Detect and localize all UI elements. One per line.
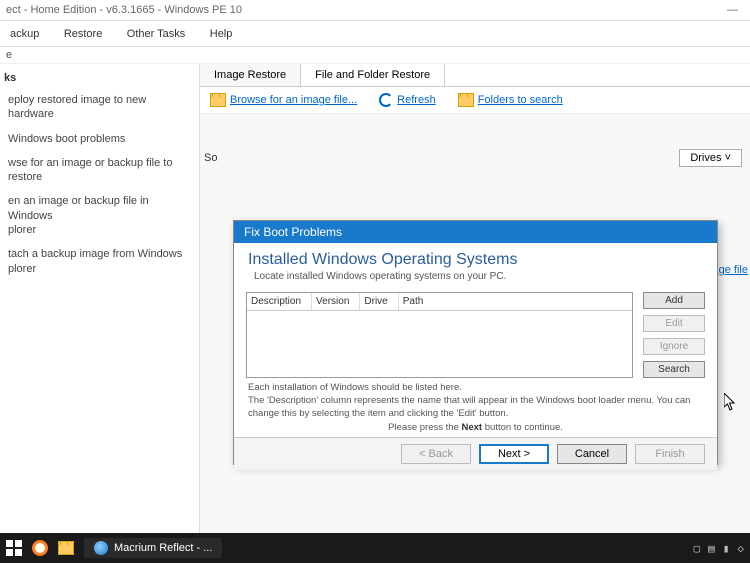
window-title: ect - Home Edition - v6.3.1665 - Windows… bbox=[6, 4, 242, 16]
edit-button: Edit bbox=[643, 315, 705, 332]
drives-dropdown[interactable]: Drives ˅ bbox=[679, 149, 742, 167]
minimize-icon[interactable]: — bbox=[727, 4, 738, 16]
list-header: Description Version Drive Path bbox=[247, 293, 632, 311]
secondary-bar: e bbox=[0, 47, 750, 64]
browse-image-link[interactable]: Browse for an image file... bbox=[210, 93, 357, 107]
col-description[interactable]: Description bbox=[247, 293, 312, 310]
tray-icon[interactable]: ▢ bbox=[694, 542, 701, 555]
toolbar: Browse for an image file... Refresh Fold… bbox=[200, 87, 750, 114]
windows-icon bbox=[6, 540, 22, 556]
col-version[interactable]: Version bbox=[312, 293, 360, 310]
tab-strip: Image Restore File and Folder Restore bbox=[200, 64, 750, 87]
menu-restore[interactable]: Restore bbox=[54, 25, 113, 43]
folder-icon bbox=[210, 93, 226, 107]
dialog-subheading: Locate installed Windows operating syste… bbox=[248, 271, 703, 282]
back-button: < Back bbox=[401, 444, 471, 464]
chevron-down-icon: ˅ bbox=[725, 152, 731, 164]
refresh-icon bbox=[379, 93, 393, 107]
fix-boot-problems-dialog: Fix Boot Problems Installed Windows Oper… bbox=[233, 220, 718, 465]
sidebar-header: ks bbox=[0, 64, 199, 88]
system-tray[interactable]: ▢ ▤ ▮ ◇ bbox=[694, 542, 745, 555]
menu-help[interactable]: Help bbox=[200, 25, 243, 43]
tray-icon[interactable]: ▮ bbox=[723, 542, 730, 555]
sidebar-item-browse[interactable]: wse for an image or backup file to resto… bbox=[0, 151, 199, 190]
refresh-link[interactable]: Refresh bbox=[379, 93, 436, 107]
finish-button: Finish bbox=[635, 444, 705, 464]
source-label: So bbox=[204, 152, 217, 164]
cancel-button[interactable]: Cancel bbox=[557, 444, 627, 464]
taskbar-app-macrium[interactable]: Macrium Reflect - ... bbox=[84, 538, 222, 558]
sidebar-item-detach[interactable]: tach a backup image from Windows plorer bbox=[0, 242, 199, 281]
titlebar: ect - Home Edition - v6.3.1665 - Windows… bbox=[0, 0, 750, 21]
dialog-footer: < Back Next > Cancel Finish bbox=[234, 437, 717, 470]
dialog-notes: Each installation of Windows should be l… bbox=[234, 380, 717, 437]
search-button[interactable]: Search bbox=[643, 361, 705, 378]
add-button[interactable]: Add bbox=[643, 292, 705, 309]
dialog-header: Installed Windows Operating Systems Loca… bbox=[234, 243, 717, 286]
dialog-titlebar[interactable]: Fix Boot Problems bbox=[234, 221, 717, 243]
tray-icon[interactable]: ▤ bbox=[708, 542, 715, 555]
list-actions: Add Edit Ignore Search bbox=[643, 292, 705, 378]
menu-backup[interactable]: ackup bbox=[0, 25, 49, 43]
menu-other-tasks[interactable]: Other Tasks bbox=[117, 25, 196, 43]
dialog-heading: Installed Windows Operating Systems bbox=[248, 251, 703, 269]
tab-file-folder-restore[interactable]: File and Folder Restore bbox=[301, 64, 445, 86]
macrium-icon bbox=[94, 541, 108, 555]
sidebar-item-boot-problems[interactable]: Windows boot problems bbox=[0, 127, 199, 151]
next-button[interactable]: Next > bbox=[479, 444, 549, 464]
firefox-icon[interactable] bbox=[32, 540, 48, 556]
taskbar: Macrium Reflect - ... ▢ ▤ ▮ ◇ bbox=[0, 533, 750, 563]
sidebar-item-open-explorer[interactable]: en an image or backup file in Windows pl… bbox=[0, 189, 199, 242]
sidebar-item-deploy[interactable]: eploy restored image to new hardware bbox=[0, 88, 199, 127]
explorer-icon[interactable] bbox=[58, 541, 74, 555]
col-drive[interactable]: Drive bbox=[360, 293, 398, 310]
folder-icon bbox=[458, 93, 474, 107]
folders-search-link[interactable]: Folders to search bbox=[458, 93, 563, 107]
start-button[interactable] bbox=[6, 540, 22, 556]
tab-image-restore[interactable]: Image Restore bbox=[200, 64, 301, 86]
menubar: ackup Restore Other Tasks Help bbox=[0, 21, 750, 47]
tasks-sidebar: ks eploy restored image to new hardware … bbox=[0, 64, 200, 537]
ignore-button: Ignore bbox=[643, 338, 705, 355]
col-path[interactable]: Path bbox=[399, 293, 434, 310]
tray-icon[interactable]: ◇ bbox=[737, 542, 744, 555]
os-listbox[interactable]: Description Version Drive Path bbox=[246, 292, 633, 378]
